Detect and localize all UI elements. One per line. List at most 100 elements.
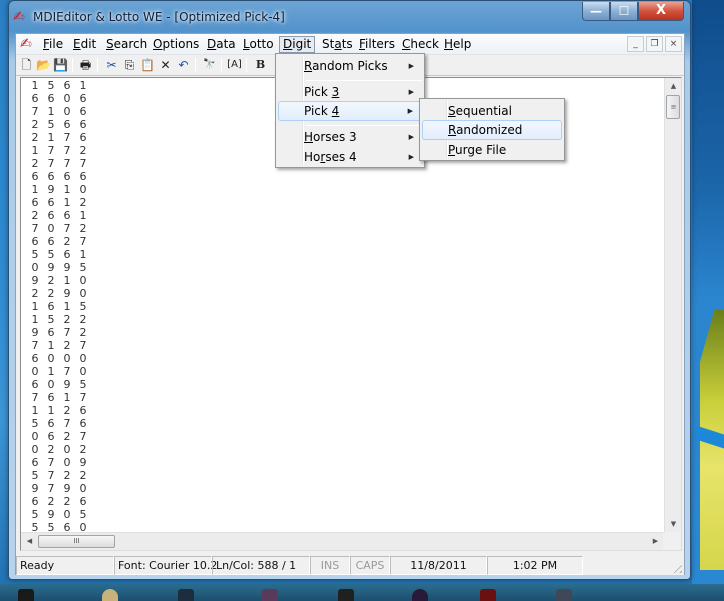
digit-cell: 0 [31,365,39,378]
digit-cell: 0 [31,443,39,456]
title-bar[interactable]: ✍ MDIEditor & Lotto WE - [Optimized Pick… [9,1,690,31]
menu-digit[interactable]: Digit [279,36,316,53]
menu-file[interactable]: File [40,36,66,53]
editor-line: 5561 [27,248,91,261]
menu-stats[interactable]: Stats [319,36,356,53]
menu-item-purge-file[interactable]: Purge File [422,140,562,160]
digit-cell: 9 [63,261,71,274]
taskbar-icon[interactable] [412,589,428,601]
scroll-down-arrow-icon[interactable]: ▼ [665,516,681,533]
scroll-right-arrow-icon[interactable]: ▶ [647,533,664,550]
digit-cell: 5 [31,417,39,430]
font-icon[interactable]: [A] [226,57,243,73]
editor-line: 2566 [27,118,91,131]
digit-cell: 9 [63,378,71,391]
status-time: 1:02 PM [487,556,583,575]
digit-cell: 6 [47,391,55,404]
editor-line: 7072 [27,222,91,235]
menu-search[interactable]: Search [103,36,150,53]
close-button[interactable]: X [638,2,684,21]
digit-cell: 9 [47,261,55,274]
taskbar-icon[interactable] [262,589,278,601]
document-icon[interactable]: ✍ [20,36,32,52]
paste-icon[interactable]: 📋 [139,57,156,73]
taskbar-icon[interactable] [178,589,194,601]
menu-item-random-picks[interactable]: Random Picks ▶ [278,56,422,76]
menu-item-pick-3[interactable]: Pick 3 ▶ [278,82,422,102]
menu-check[interactable]: Check [399,36,442,53]
editor-content[interactable]: 1561660671062566217617722777666619106612… [27,79,91,534]
menu-help[interactable]: Help [441,36,474,53]
find-icon[interactable]: 🔭 [201,57,218,73]
digit-cell: 9 [47,508,55,521]
menu-edit[interactable]: Edit [70,36,99,53]
taskbar-icon[interactable] [18,589,34,601]
taskbar-icon[interactable] [480,589,496,601]
digit-cell: 1 [63,391,71,404]
delete-icon[interactable]: ✕ [157,57,174,73]
vertical-scroll-thumb[interactable]: ≡ [666,95,680,119]
digit-cell: 7 [63,417,71,430]
digit-cell: 2 [31,287,39,300]
print-icon[interactable]: 🖶 [77,57,94,73]
resize-grip-icon[interactable] [670,561,682,573]
cut-icon[interactable]: ✂ [103,57,120,73]
editor-line: 5676 [27,417,91,430]
menu-item-horses-4[interactable]: Horses 4 ▶ [278,147,422,167]
scroll-up-arrow-icon[interactable]: ▲ [665,78,681,95]
digit-cell: 5 [79,508,87,521]
editor-line: 2176 [27,131,91,144]
maximize-button[interactable]: ☐ [610,2,638,21]
undo-icon[interactable]: ↶ [175,57,192,73]
editor-line: 6226 [27,495,91,508]
submenu-arrow-icon: ▶ [408,62,414,70]
horizontal-scroll-thumb[interactable]: III [38,535,115,548]
digit-cell: 0 [47,378,55,391]
copy-icon[interactable]: ⎘ [121,57,138,73]
menu-item-randomized[interactable]: Randomized [422,120,562,140]
child-minimize-button[interactable]: _ [627,36,644,52]
editor-line: 6627 [27,235,91,248]
digit-cell: 7 [79,235,87,248]
open-folder-icon[interactable]: 📂 [35,57,52,73]
minimize-button[interactable]: — [582,2,610,21]
bold-icon[interactable]: B [252,57,269,73]
menu-lotto[interactable]: Lotto [240,36,277,53]
digit-cell: 1 [47,365,55,378]
menu-item-label: Random Picks [304,59,388,73]
vertical-scrollbar[interactable]: ▲ ≡ ▼ [664,78,681,533]
editor-line: 5905 [27,508,91,521]
toolbar-separator [72,58,73,72]
child-restore-button[interactable]: ❐ [646,36,663,52]
digit-cell: 6 [63,170,71,183]
editor-line: 1126 [27,404,91,417]
digit-cell: 7 [47,157,55,170]
app-logo-icon[interactable]: ✍ [13,9,29,25]
digit-cell: 6 [63,118,71,131]
child-close-button[interactable]: × [665,36,682,52]
scroll-left-arrow-icon[interactable]: ◀ [21,533,38,550]
menu-item-pick-4[interactable]: Pick 4 ▶ [278,101,422,121]
digit-cell: 6 [47,196,55,209]
taskbar-icon[interactable] [556,589,572,601]
digit-cell: 1 [63,300,71,313]
digit-cell: 5 [79,300,87,313]
digit-cell: 2 [63,469,71,482]
menu-filters[interactable]: Filters [356,36,398,53]
taskbar-icon[interactable] [102,589,118,601]
status-ins: INS [310,556,350,575]
taskbar-icon[interactable] [338,589,354,601]
digit-cell: 6 [31,352,39,365]
menu-item-horses-3[interactable]: Horses 3 ▶ [278,127,422,147]
menu-data[interactable]: Data [204,36,239,53]
digit-cell: 7 [63,131,71,144]
menu-item-sequential[interactable]: Sequential [422,101,562,121]
digit-cell: 0 [63,508,71,521]
save-icon[interactable]: 💾 [52,57,69,73]
horizontal-scrollbar[interactable]: ◀ III ▶ [21,532,664,550]
digit-cell: 7 [63,326,71,339]
digit-cell: 0 [47,352,55,365]
new-file-icon[interactable]: 🗋 [18,57,35,73]
digit-cell: 0 [31,430,39,443]
menu-options[interactable]: Options [150,36,202,53]
